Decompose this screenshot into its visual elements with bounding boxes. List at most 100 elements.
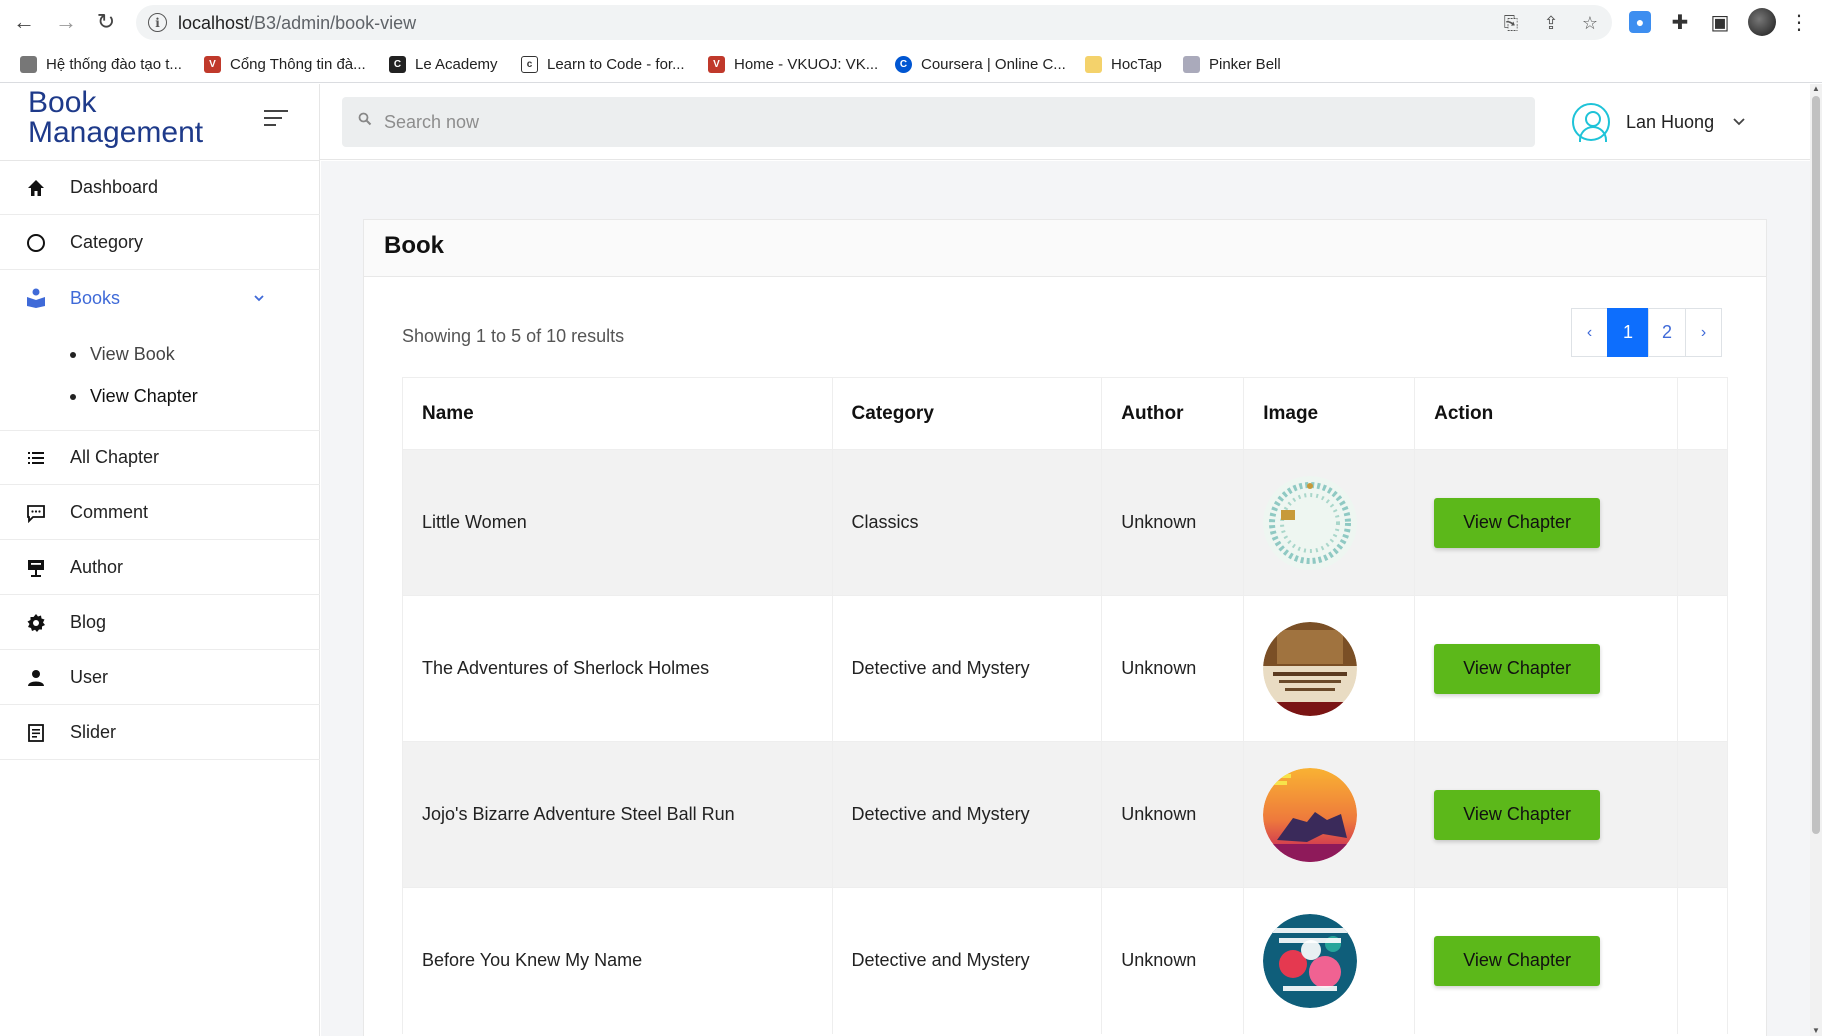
extension-drop-icon[interactable]: ● (1629, 11, 1651, 33)
sidebar-item-user[interactable]: User (0, 651, 320, 705)
bookmark-item[interactable]: Hệ thống đào tạo t... (20, 53, 182, 75)
bookmark-item[interactable]: Pinker Bell (1183, 53, 1281, 75)
column-header-name: Name (402, 377, 833, 450)
search-box (342, 97, 1535, 147)
pagination-page-button[interactable]: 1 (1607, 308, 1649, 357)
view-chapter-button[interactable]: View Chapter (1434, 789, 1601, 840)
book-reader-icon (24, 286, 48, 310)
books-table: Name Category Author Image Action Little… (402, 377, 1729, 1034)
search-input[interactable] (384, 97, 1504, 147)
sidebar-item-category[interactable]: Category (0, 216, 320, 270)
sidebar-subitem-label: View Chapter (90, 386, 198, 406)
address-bar[interactable]: i localhost/B3/admin/book-view ⎘ ⇪ ☆ (136, 5, 1612, 40)
scroll-up-arrow-icon[interactable]: ▲ (1811, 84, 1821, 94)
extensions-puzzle-icon[interactable]: ✚ (1667, 9, 1693, 35)
book-author: Unknown (1101, 449, 1245, 596)
bookmark-item[interactable]: HocTap (1085, 53, 1162, 75)
bookmark-star-icon[interactable]: ☆ (1579, 12, 1601, 34)
pagination-prev-button[interactable]: ‹ (1571, 308, 1608, 357)
book-cover-image (1263, 913, 1358, 1008)
book-name: Little Women (402, 449, 833, 596)
column-header-empty (1677, 377, 1729, 450)
sidebar-toggle-icon[interactable] (264, 110, 290, 130)
pagination-page-button[interactable]: 2 (1648, 308, 1686, 357)
share-icon[interactable]: ⇪ (1540, 12, 1562, 34)
sidebar-item-label: Blog (70, 612, 107, 632)
sidebar-item-slider[interactable]: Slider (0, 706, 320, 760)
user-name: Lan Huong (1626, 111, 1715, 132)
back-arrow-icon[interactable]: ← (10, 8, 38, 36)
user-icon (24, 666, 48, 690)
book-action-cell: View Chapter (1414, 595, 1678, 742)
sidebar-subitem-view-chapter[interactable]: View Chapter (70, 386, 198, 407)
book-image-cell (1243, 449, 1416, 596)
chevron-down-icon[interactable] (1732, 114, 1746, 131)
bookmark-item[interactable]: C Le Academy (389, 53, 498, 75)
table-row: Before You Knew My Name Detective and My… (402, 887, 1729, 1034)
list-icon (24, 446, 48, 470)
scroll-down-arrow-icon[interactable]: ▼ (1811, 1026, 1821, 1036)
sidebar-item-dashboard[interactable]: Dashboard (0, 161, 320, 215)
document-icon (20, 55, 37, 73)
book-category: Classics (832, 449, 1103, 596)
sidebar-subitem-view-book[interactable]: View Book (70, 344, 175, 365)
image-icon (1183, 55, 1200, 73)
book-cover-image (1263, 621, 1358, 716)
book-action-cell: View Chapter (1414, 449, 1678, 596)
brand-logo[interactable]: Book Management (28, 88, 203, 148)
book-author: Unknown (1101, 741, 1245, 888)
user-avatar-icon (1572, 103, 1610, 142)
book-action-cell: View Chapter (1414, 887, 1678, 1034)
user-menu[interactable]: Lan Huong (1572, 102, 1792, 142)
sidebar-item-all-chapter[interactable]: All Chapter (0, 431, 320, 485)
book-card: Book Showing 1 to 5 of 10 results ‹ 1 2 … (363, 219, 1767, 1036)
column-header-action: Action (1414, 377, 1678, 450)
c-letter-icon: C (389, 55, 406, 73)
book-author: Unknown (1101, 595, 1245, 742)
bookmark-item[interactable]: c Learn to Code - for... (521, 53, 685, 75)
reload-icon[interactable]: ↻ (92, 8, 120, 36)
book-image-cell (1243, 887, 1416, 1034)
table-row: Little Women Classics Unknown View Chapt… (402, 449, 1729, 596)
profile-avatar[interactable] (1748, 8, 1776, 36)
bookmark-item[interactable]: V Cổng Thông tin đà... (204, 53, 366, 75)
results-summary: Showing 1 to 5 of 10 results (402, 326, 625, 346)
side-panel-icon[interactable]: ▣ (1707, 9, 1733, 35)
freecodecamp-icon: c (521, 55, 538, 73)
main-content: Book Showing 1 to 5 of 10 results ‹ 1 2 … (321, 161, 1810, 1036)
translate-icon[interactable]: ⎘ (1500, 12, 1522, 34)
scrollbar-thumb[interactable] (1812, 96, 1820, 834)
column-header-author: Author (1101, 377, 1245, 450)
sidebar-item-blog[interactable]: Blog (0, 596, 320, 650)
table-row: Jojo's Bizarre Adventure Steel Ball Run … (402, 741, 1729, 888)
forward-arrow-icon[interactable]: → (52, 8, 80, 36)
sidebar-item-label: User (70, 667, 109, 687)
book-category: Detective and Mystery (832, 741, 1103, 888)
menu-kebab-icon[interactable]: ⋮ (1786, 9, 1812, 35)
page-title: Book (384, 232, 444, 259)
page-scrollbar[interactable]: ▲ ▼ (1810, 84, 1822, 1036)
chevron-down-icon[interactable] (252, 291, 266, 305)
vku-icon: V (708, 55, 725, 73)
url-text[interactable]: localhost/B3/admin/book-view (178, 13, 416, 34)
bookmark-item[interactable]: C Coursera | Online C... (895, 53, 1066, 75)
bookmarks-bar: Hệ thống đào tạo t... V Cổng Thông tin đà… (0, 44, 1822, 83)
sidebar-item-books[interactable]: Books (0, 271, 320, 325)
sidebar: Book Management Dashboard Category Books (0, 84, 320, 1036)
sidebar-item-label: All Chapter (70, 447, 160, 467)
sidebar-item-comment[interactable]: Comment (0, 486, 320, 540)
bookmark-item[interactable]: V Home - VKUOJ: VK... (708, 53, 878, 75)
sidebar-item-label: Slider (70, 722, 117, 742)
view-chapter-button[interactable]: View Chapter (1434, 643, 1601, 694)
book-category: Detective and Mystery (832, 595, 1103, 742)
book-name: The Adventures of Sherlock Holmes (402, 595, 833, 742)
pagination-next-button[interactable]: › (1685, 308, 1722, 357)
app-root: Book Management Dashboard Category Books (0, 84, 1810, 1036)
book-author: Unknown (1101, 887, 1245, 1034)
view-chapter-button[interactable]: View Chapter (1434, 497, 1601, 548)
coursera-icon: C (895, 55, 912, 73)
bullet-icon (70, 351, 76, 358)
sidebar-item-author[interactable]: Author (0, 541, 320, 595)
site-info-icon[interactable]: i (148, 13, 167, 32)
view-chapter-button[interactable]: View Chapter (1434, 935, 1601, 986)
